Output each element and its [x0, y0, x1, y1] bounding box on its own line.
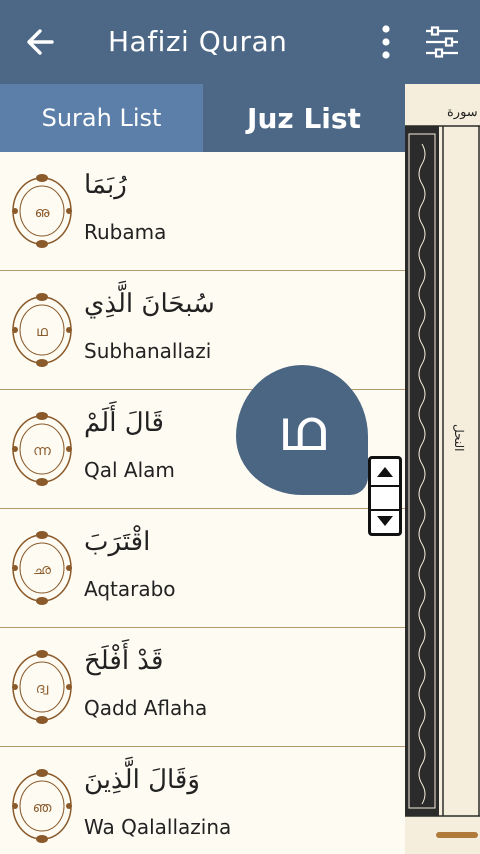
- scroll-control: [368, 456, 402, 536]
- juz-name: Rubama: [84, 220, 167, 244]
- juz-glyph: ഥ: [36, 324, 48, 340]
- list-item[interactable]: ഛ اقْتَرَبَ Aqtarabo: [0, 509, 405, 628]
- triangle-up-icon: [377, 466, 393, 477]
- juz-glyph: ഛ: [33, 562, 51, 578]
- juz-arabic-name: قَدْ أَفْلَحَ: [84, 646, 164, 676]
- juz-name: Aqtarabo: [84, 577, 176, 601]
- juz-emblem-icon: ദ്വ: [12, 650, 72, 724]
- scroll-up-button[interactable]: [371, 459, 399, 484]
- scroll-down-button[interactable]: [371, 508, 399, 533]
- juz-arabic-name: وَقَالَ الَّذِينَ: [84, 765, 200, 795]
- back-arrow-icon[interactable]: [22, 22, 62, 62]
- quran-page-preview[interactable]: سورة النحل: [405, 84, 480, 854]
- juz-name: Qal Alam: [84, 458, 175, 482]
- list-item[interactable]: ഥ سُبحَانَ الَّذِي Subhanallazi: [0, 271, 405, 390]
- app-title: Hafizi Quran: [108, 25, 288, 58]
- juz-list: ഌ رُبَمَا Rubama ഥ سُبحَانَ الَّذِي Subh…: [0, 152, 405, 854]
- list-item[interactable]: ഌ رُبَمَا Rubama: [0, 152, 405, 271]
- juz-emblem-icon: ഛ: [12, 531, 72, 605]
- juz-arabic-name: رُبَمَا: [84, 170, 127, 200]
- juz-emblem-icon: ന്ന: [12, 412, 72, 486]
- juz-emblem-icon: ഞ: [12, 769, 72, 843]
- juz-name: Wa Qalallazina: [84, 815, 232, 839]
- juz-name: Qadd Aflaha: [84, 696, 208, 720]
- tab-surah-list[interactable]: Surah List: [0, 84, 203, 152]
- juz-emblem-icon: ഥ: [12, 293, 72, 367]
- juz-number-bubble: ഥ: [236, 365, 368, 495]
- juz-arabic-name: سُبحَانَ الَّذِي: [84, 289, 215, 319]
- juz-arabic-name: اقْتَرَبَ: [84, 527, 151, 557]
- tab-juz-list[interactable]: Juz List: [203, 84, 405, 152]
- app-bar: Hafizi Quran: [0, 0, 480, 84]
- juz-glyph: ഞ: [33, 800, 52, 816]
- juz-glyph: ഌ: [35, 205, 50, 221]
- ornamental-border: سورة النحل: [405, 84, 480, 854]
- more-options-icon[interactable]: [374, 24, 398, 60]
- page-header-text: سورة: [447, 105, 478, 120]
- page-drag-handle[interactable]: [436, 832, 478, 838]
- settings-sliders-icon[interactable]: [424, 26, 460, 58]
- list-item[interactable]: ഞ وَقَالَ الَّذِينَ Wa Qalallazina: [0, 747, 405, 854]
- tab-bar: Surah List Juz List: [0, 84, 405, 152]
- bubble-glyph: ഥ: [278, 395, 326, 464]
- juz-emblem-icon: ഌ: [12, 174, 72, 248]
- juz-arabic-name: قَالَ أَلَمْ: [84, 408, 164, 438]
- page-side-label: النحل: [452, 424, 466, 451]
- juz-glyph: ന്ന: [33, 443, 51, 459]
- triangle-down-icon: [377, 515, 393, 526]
- list-item[interactable]: ദ്വ قَدْ أَفْلَحَ Qadd Aflaha: [0, 628, 405, 747]
- juz-name: Subhanallazi: [84, 339, 212, 363]
- juz-glyph: ദ്വ: [36, 681, 49, 697]
